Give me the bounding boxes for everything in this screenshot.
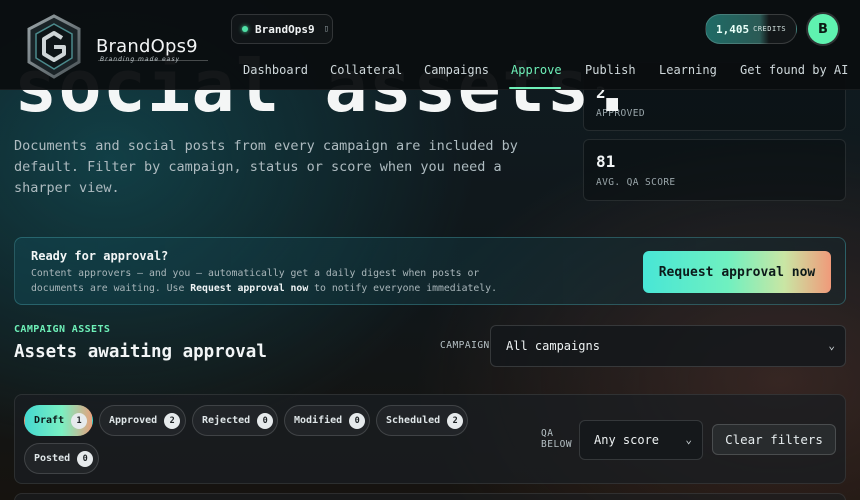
nav-item-collateral[interactable]: Collateral xyxy=(330,63,402,77)
filter-pill-rejected[interactable]: Rejected 0 xyxy=(192,405,278,436)
campaign-select-value: All campaigns xyxy=(506,339,600,353)
credits-label: CREDITS xyxy=(753,25,787,33)
filter-pill-label: Posted xyxy=(34,453,71,464)
nav-item-learning[interactable]: Learning xyxy=(659,63,717,77)
clear-filters-button[interactable]: Clear filters xyxy=(712,424,836,455)
stat-label: AVG. QA SCORE xyxy=(596,177,676,188)
stat-value: 81 xyxy=(596,152,616,171)
filter-pill-label: Scheduled xyxy=(386,415,441,426)
filter-pill-label: Rejected xyxy=(202,415,251,426)
banner-title: Ready for approval? xyxy=(31,249,169,263)
nav-item-dashboard[interactable]: Dashboard xyxy=(243,63,308,77)
section-title: Assets awaiting approval xyxy=(14,342,267,362)
filter-pill-count: 0 xyxy=(77,450,94,467)
qa-score-select[interactable]: Any score ⌄ xyxy=(579,420,703,460)
filter-pill-label: Draft xyxy=(34,415,65,426)
filter-pill-count: 0 xyxy=(349,412,366,429)
qa-score-value: Any score xyxy=(594,433,660,447)
nav-item-approve[interactable]: Approve xyxy=(511,63,562,77)
filter-pill-approved[interactable]: Approved 2 xyxy=(99,405,186,436)
chevron-down-icon: ⌄ xyxy=(685,433,692,446)
credits-badge[interactable]: 1,405 CREDITS xyxy=(705,14,797,44)
campaign-label: CAMPAIGN xyxy=(440,340,490,351)
main-nav: Dashboard Collateral Campaigns Approve P… xyxy=(0,52,860,90)
filter-pill-label: Approved xyxy=(109,415,158,426)
page-description: Documents and social posts from every ca… xyxy=(14,138,518,196)
nav-item-get-found-by-ai[interactable]: Get found by AI xyxy=(740,63,848,77)
filter-pill-modified[interactable]: Modified 0 xyxy=(284,405,370,436)
filter-panel: Draft 1 Approved 2 Rejected 0 Modified 0… xyxy=(14,394,846,484)
campaign-select[interactable]: All campaigns ⌄ xyxy=(490,325,846,367)
filter-pill-count: 2 xyxy=(164,412,181,429)
banner-text-emphasis: Request approval now xyxy=(190,283,309,294)
nav-item-publish[interactable]: Publish xyxy=(585,63,636,77)
filter-pill-count: 0 xyxy=(257,412,274,429)
qa-below-label: QA BELOW xyxy=(541,428,573,450)
filter-pill-draft[interactable]: Draft 1 xyxy=(24,405,93,436)
chevron-down-icon: ▯ xyxy=(323,24,330,34)
approval-banner: Ready for approval? Content approvers — … xyxy=(14,237,846,305)
filter-pill-count: 2 xyxy=(447,412,464,429)
workspace-switcher[interactable]: BrandOps9 ▯ xyxy=(231,14,333,44)
credits-value: 1,405 xyxy=(716,22,750,36)
filter-pill-posted[interactable]: Posted 0 xyxy=(24,443,99,474)
asset-list-panel xyxy=(14,493,846,500)
filter-pill-scheduled[interactable]: Scheduled 2 xyxy=(376,405,468,436)
avatar[interactable]: B xyxy=(808,14,838,44)
filter-pill-label: Modified xyxy=(294,415,343,426)
top-bar: BrandOps9 Branding made easy BrandOps9 ▯… xyxy=(0,0,860,90)
chevron-down-icon: ⌄ xyxy=(828,339,835,352)
workspace-name: BrandOps9 xyxy=(255,22,315,36)
nav-item-campaigns[interactable]: Campaigns xyxy=(424,63,489,77)
status-dot-icon xyxy=(242,26,248,32)
filter-pill-count: 1 xyxy=(71,412,88,429)
banner-text: Content approvers — and you — automatica… xyxy=(31,268,497,294)
active-tab-indicator xyxy=(509,87,561,89)
section-eyebrow: CAMPAIGN ASSETS xyxy=(14,324,111,335)
stat-card-qa-score: 81 AVG. QA SCORE xyxy=(583,139,846,201)
request-approval-button[interactable]: Request approval now xyxy=(643,251,831,293)
